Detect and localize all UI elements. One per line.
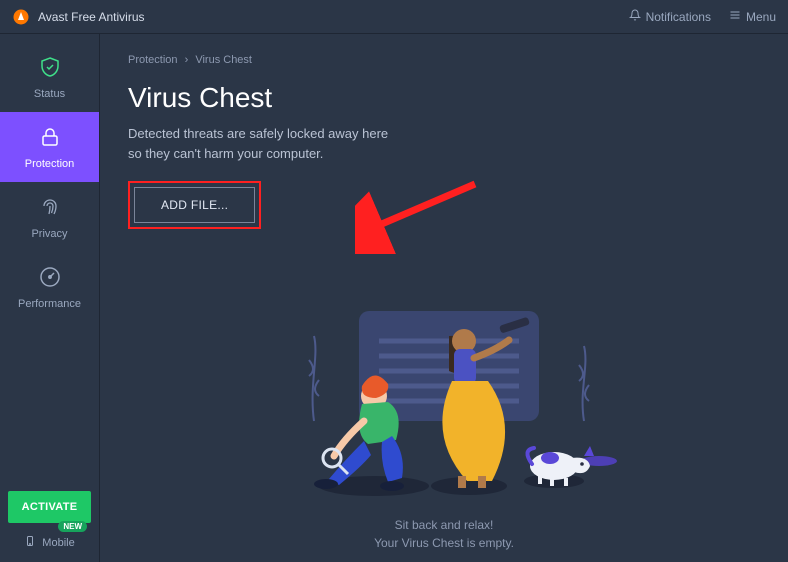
sidebar-item-label: Performance bbox=[18, 298, 81, 310]
phone-icon bbox=[24, 535, 36, 550]
breadcrumb: Protection › Virus Chest bbox=[128, 54, 760, 66]
app-title: Avast Free Antivirus bbox=[38, 10, 145, 24]
menu-label: Menu bbox=[746, 10, 776, 24]
hamburger-icon bbox=[729, 9, 741, 24]
titlebar: Avast Free Antivirus Notifications Menu bbox=[0, 0, 788, 34]
lock-icon bbox=[38, 125, 62, 152]
sidebar-item-label: Status bbox=[34, 88, 65, 100]
page-subtitle: Detected threats are safely locked away … bbox=[128, 124, 428, 163]
fingerprint-icon bbox=[38, 195, 62, 222]
notifications-button[interactable]: Notifications bbox=[629, 9, 711, 24]
breadcrumb-root[interactable]: Protection bbox=[128, 54, 178, 66]
content-area: Protection › Virus Chest Virus Chest Det… bbox=[100, 34, 788, 562]
avast-logo-icon bbox=[12, 8, 30, 26]
annotation-highlight-box: ADD FILE... bbox=[128, 181, 261, 229]
breadcrumb-current: Virus Chest bbox=[195, 54, 252, 66]
sidebar-item-label: Protection bbox=[25, 158, 75, 170]
page-title: Virus Chest bbox=[128, 82, 760, 114]
sidebar-item-mobile[interactable]: NEW Mobile bbox=[0, 529, 99, 562]
gauge-icon bbox=[38, 265, 62, 292]
empty-illustration-icon bbox=[254, 286, 634, 506]
empty-state: Sit back and relax! Your Virus Chest is … bbox=[100, 286, 788, 552]
shield-check-icon bbox=[38, 55, 62, 82]
sidebar-item-protection[interactable]: Protection bbox=[0, 112, 99, 182]
activate-button[interactable]: ACTIVATE bbox=[8, 491, 91, 523]
empty-state-text: Sit back and relax! Your Virus Chest is … bbox=[374, 516, 514, 552]
sidebar: Status Protection Privacy bbox=[0, 34, 100, 562]
new-badge: NEW bbox=[58, 521, 87, 532]
add-file-button[interactable]: ADD FILE... bbox=[134, 187, 255, 223]
sidebar-item-label: Privacy bbox=[31, 228, 67, 240]
sidebar-item-performance[interactable]: Performance bbox=[0, 252, 99, 322]
bell-icon bbox=[629, 9, 641, 24]
sidebar-item-privacy[interactable]: Privacy bbox=[0, 182, 99, 252]
chevron-right-icon: › bbox=[185, 54, 189, 66]
annotation-arrow-icon bbox=[355, 174, 485, 259]
menu-button[interactable]: Menu bbox=[729, 9, 776, 24]
notifications-label: Notifications bbox=[646, 10, 711, 24]
sidebar-item-status[interactable]: Status bbox=[0, 42, 99, 112]
mobile-label: Mobile bbox=[42, 537, 74, 549]
